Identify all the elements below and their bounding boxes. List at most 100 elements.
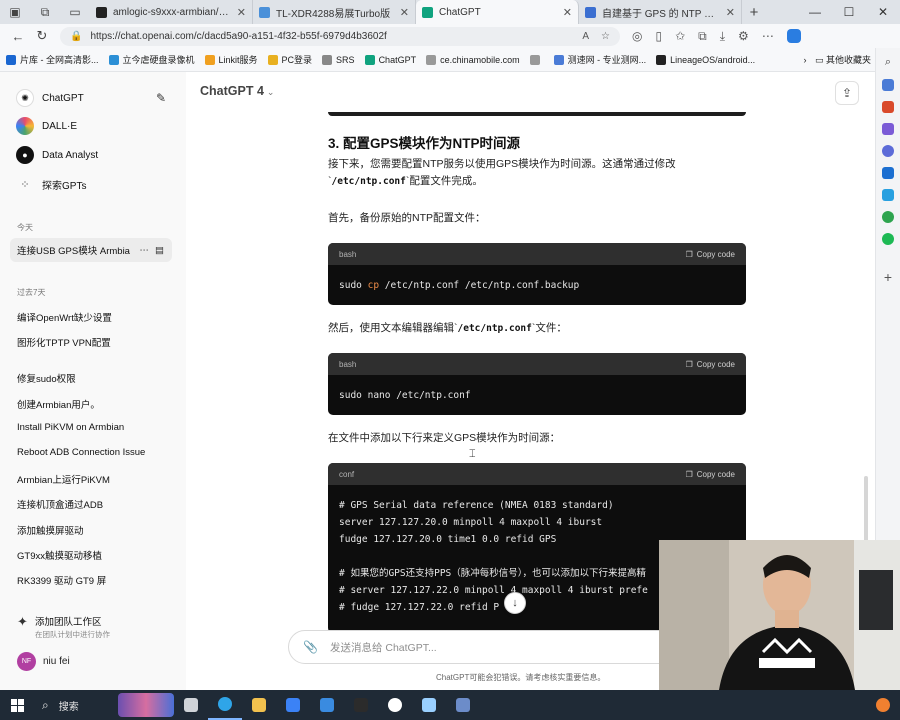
user-menu[interactable]: NF niu fei: [17, 652, 70, 671]
archive-icon[interactable]: ▤: [155, 245, 164, 256]
taskbar-app-terminal[interactable]: [344, 690, 378, 720]
sidebar-outlook-icon[interactable]: [882, 167, 894, 179]
back-icon[interactable]: ←: [6, 29, 30, 44]
close-tab-icon[interactable]: ✕: [726, 6, 735, 19]
taskbar-app-store[interactable]: [276, 690, 310, 720]
tab-favicon-icon: [422, 6, 433, 18]
taskbar-app-edge[interactable]: [208, 690, 242, 720]
chat-history-item[interactable]: RK3399 驱动 GT9 屏: [17, 573, 106, 587]
chat-history-item[interactable]: Armbian上运行PiKVM: [17, 472, 110, 486]
lock-icon[interactable]: 🔒: [70, 31, 82, 42]
chat-history-item[interactable]: 创建Armbian用户。: [17, 397, 100, 411]
bookmark-item[interactable]: 立今虐硬盘录像机: [108, 53, 195, 66]
tab-favicon-icon: [259, 6, 270, 18]
close-tab-icon[interactable]: ✕: [400, 6, 409, 19]
bookmark-item[interactable]: SRS: [322, 53, 355, 66]
copy-code-button[interactable]: ❐ Copy code: [686, 360, 735, 369]
chat-history-item[interactable]: 添加触摸屏驱动: [17, 523, 84, 537]
vertical-tabs-icon[interactable]: ▭: [60, 0, 90, 24]
file-explorer-icon: [252, 698, 266, 712]
sidebar-item-explore-gpts[interactable]: ⁘ 探索GPTs: [10, 172, 176, 196]
chat-history-item[interactable]: Reboot ADB Connection Issue: [17, 447, 145, 458]
copy-code-button[interactable]: ❐ Copy code: [686, 250, 735, 259]
favorites-icon[interactable]: ✩: [675, 29, 685, 44]
reload-icon[interactable]: ↻: [30, 28, 54, 44]
sidebar-icon-green[interactable]: [882, 211, 894, 223]
close-tab-icon[interactable]: ✕: [563, 6, 572, 19]
bookmark-item[interactable]: ce.chinamobile.com: [426, 53, 520, 66]
read-aloud-icon[interactable]: A: [582, 31, 589, 42]
extensions-icon[interactable]: ⚙: [738, 29, 749, 44]
browser-tab[interactable]: amlogic-s9xxx-armbian/READM ✕: [90, 0, 253, 24]
bookmark-item[interactable]: 片库 - 全网高清影...: [6, 53, 99, 66]
composer-placeholder: 发送消息给 ChatGPT...: [329, 641, 437, 654]
terminal-icon: [354, 698, 368, 712]
collections-icon[interactable]: ⧉: [698, 29, 707, 44]
taskbar-search[interactable]: ⌕ 搜索: [34, 690, 174, 720]
taskbar-app-tool[interactable]: [412, 690, 446, 720]
chat-history-item[interactable]: 编译OpenWrt缺少设置: [17, 310, 112, 324]
disclaimer-text: ChatGPT可能会犯错误。请考虑核实重要信息。: [436, 673, 606, 682]
browser-tab[interactable]: ChatGPT ✕: [416, 0, 579, 24]
taskbar-app-file-explorer[interactable]: [242, 690, 276, 720]
attach-icon[interactable]: 📎: [303, 640, 318, 654]
split-screen-icon[interactable]: ▯: [655, 29, 662, 44]
url-field[interactable]: 🔒 https://chat.openai.com/c/dacd5a90-a15…: [60, 26, 620, 46]
sidebar-spotify-icon[interactable]: [882, 233, 894, 245]
active-chat-item[interactable]: 连接USB GPS模块 Armbia ⋯ ▤: [10, 238, 172, 262]
message-composer[interactable]: 📎 发送消息给 ChatGPT...: [288, 630, 688, 664]
start-button[interactable]: [0, 698, 34, 712]
minimize-button[interactable]: —: [798, 0, 832, 24]
more-icon[interactable]: ⋯: [762, 29, 774, 44]
bookmark-item[interactable]: PC登录: [267, 53, 312, 66]
favorite-star-icon[interactable]: ☆: [601, 31, 610, 42]
taskbar-app-app[interactable]: [446, 690, 480, 720]
sidebar-icon-violet[interactable]: [882, 145, 894, 157]
sidebar-item-chatgpt[interactable]: ✺ ChatGPT ✎: [10, 86, 176, 110]
sidebar-icon-purple[interactable]: [882, 123, 894, 135]
bookmark-item[interactable]: ChatGPT: [364, 53, 416, 66]
model-selector[interactable]: ChatGPT 4 ⌄: [200, 84, 274, 98]
workspaces-icon[interactable]: ⧉: [30, 0, 60, 24]
other-bookmarks[interactable]: › ▭ 其他收藏夹: [803, 53, 875, 66]
sidebar-add-icon[interactable]: +: [884, 269, 892, 285]
bookmark-item[interactable]: [529, 53, 544, 66]
browser-tab[interactable]: TL-XDR4288易展Turbo版 ✕: [253, 0, 416, 24]
app-icon: [456, 698, 470, 712]
chat-history-item[interactable]: 连接机顶盒通过ADB: [17, 497, 103, 511]
add-team-workspace[interactable]: ✦ 添加团队工作区 在团队计划中进行协作: [17, 614, 110, 640]
copy-code-button[interactable]: ❐ Copy code: [686, 470, 735, 479]
chat-options-icon[interactable]: ⋯: [140, 245, 150, 256]
profile-icon[interactable]: ▣: [0, 0, 30, 24]
new-chat-icon[interactable]: ✎: [156, 91, 166, 105]
chat-history-item[interactable]: Install PiKVM on Armbian: [17, 422, 124, 433]
bookmark-item[interactable]: 测速网 - 专业测网...: [553, 53, 646, 66]
new-tab-button[interactable]: +: [742, 0, 766, 24]
chat-history-item[interactable]: GT9xx触摸驱动移植: [17, 548, 102, 562]
chat-history-item[interactable]: 修复sudo权限: [17, 371, 76, 385]
close-tab-icon[interactable]: ✕: [237, 6, 246, 19]
bookmark-item[interactable]: LineageOS/android...: [656, 53, 755, 66]
previous-code-block-edge: [328, 112, 746, 116]
extension-icon[interactable]: ◎: [632, 29, 642, 44]
chat-history-item[interactable]: 图形化TPTP VPN配置: [17, 335, 111, 349]
browser-tab[interactable]: 自建基于 GPS 的 NTP 服务器 - ✕: [579, 0, 742, 24]
sidebar-search-icon[interactable]: ⌕: [885, 56, 891, 69]
taskbar-app-task-view[interactable]: [174, 690, 208, 720]
taskbar-app-mail[interactable]: [310, 690, 344, 720]
scroll-to-bottom-button[interactable]: ↓: [504, 592, 526, 614]
downloads-icon[interactable]: ⤓: [720, 29, 725, 44]
copilot-icon[interactable]: [786, 28, 801, 43]
sidebar-item-dalle[interactable]: DALL·E: [10, 114, 176, 138]
maximize-button[interactable]: ☐: [832, 0, 866, 24]
close-window-button[interactable]: ✕: [866, 0, 900, 24]
taskbar-app-chatgpt[interactable]: [378, 690, 412, 720]
bookmark-favicon-icon: [6, 54, 16, 65]
sidebar-item-data-analyst[interactable]: ● Data Analyst: [10, 143, 176, 167]
bookmark-item[interactable]: Linkit服务: [204, 53, 258, 66]
search-highlight-image: [118, 693, 174, 717]
sidebar-icon-blue[interactable]: [882, 79, 894, 91]
sidebar-icon-red[interactable]: [882, 101, 894, 113]
sidebar-icon-cyan[interactable]: [882, 189, 894, 201]
share-button[interactable]: ⇪: [835, 81, 859, 105]
